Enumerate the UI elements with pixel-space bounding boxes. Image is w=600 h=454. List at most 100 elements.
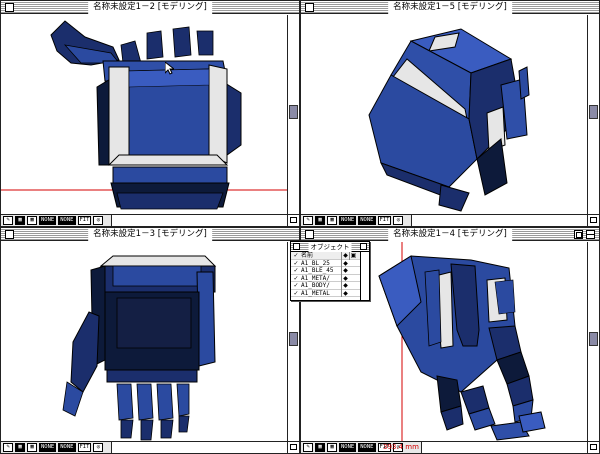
model-canvas[interactable] xyxy=(301,15,587,214)
object-name: A1_BL_25 xyxy=(301,259,330,267)
object-list-item[interactable]: ✓ A1_BODY/ ◆ xyxy=(291,282,369,290)
grid-tool-icon[interactable]: ▦ xyxy=(15,443,25,452)
scroll-thumb[interactable] xyxy=(589,332,598,346)
grid-toggle-icon[interactable]: ▦ xyxy=(327,216,337,225)
object-list-item[interactable]: ✓ A1_METAL ◆ xyxy=(291,289,369,298)
zoom-box-icon[interactable] xyxy=(574,230,583,239)
close-box-icon[interactable] xyxy=(305,230,314,239)
resize-box-icon[interactable] xyxy=(287,215,299,226)
lock-toggle-icon[interactable]: ◆ xyxy=(341,267,349,275)
window-titlebar[interactable]: 名称未設定1－4 [モデリング] xyxy=(301,228,599,241)
grid-tool-icon[interactable]: ▦ xyxy=(315,443,325,452)
hand-model-perspective-view xyxy=(368,28,530,212)
name-column-header: 名前 xyxy=(301,252,314,259)
pen-tool-icon[interactable]: ✎ xyxy=(303,216,313,225)
scroll-thumb[interactable] xyxy=(289,332,298,346)
pen-tool-icon[interactable]: ✎ xyxy=(303,443,313,452)
shading-none-button[interactable]: NONE xyxy=(39,443,57,452)
texture-none-button[interactable]: NONE xyxy=(58,443,76,452)
palette-scrollbar[interactable] xyxy=(360,252,369,300)
grid-tool-icon[interactable]: ▦ xyxy=(315,216,325,225)
fit-button[interactable]: FIT xyxy=(77,443,92,452)
close-box-icon[interactable] xyxy=(305,3,314,12)
visibility-check-icon[interactable]: ✓ xyxy=(292,260,300,268)
close-box-icon[interactable] xyxy=(5,3,14,12)
object-list-item[interactable]: ✓ A1_BLE_45 ◆ xyxy=(291,267,369,275)
pen-tool-icon[interactable]: ✎ xyxy=(3,443,13,452)
object-list-item[interactable]: ✓ A1_BL_25 ◆ xyxy=(291,259,369,268)
shading-none-button[interactable]: NONE xyxy=(339,216,357,225)
view-toolbar: ✎ ▦ ▦ NONE NONE FIT ◎ xyxy=(301,214,599,226)
arrow-cursor-icon xyxy=(165,62,174,75)
grid-tool-icon[interactable]: ▦ xyxy=(15,216,25,225)
window-title: 名称未設定1－4 [モデリング] xyxy=(388,228,512,241)
camera-icon[interactable]: ◎ xyxy=(93,443,104,452)
lock-toggle-icon[interactable]: ◆ xyxy=(341,274,349,282)
grid-toggle-icon[interactable]: ▦ xyxy=(27,443,37,452)
window-titlebar[interactable]: 名称未設定1－5 [モデリング] xyxy=(301,1,599,14)
scale-readout: 393.4 mm xyxy=(383,443,419,451)
lock-toggle-icon[interactable]: ◆ xyxy=(341,282,349,290)
view-toolbar: ✎ ▦ ▦ NONE NONE FIT ◎ xyxy=(1,441,299,453)
window-title: 名称未設定1－5 [モデリング] xyxy=(388,1,512,14)
render-column-icon: ▣ xyxy=(349,252,357,260)
visibility-check-icon[interactable]: ✓ xyxy=(292,290,300,298)
visibility-check-icon[interactable]: ✓ xyxy=(292,267,300,275)
model-canvas[interactable] xyxy=(1,242,287,441)
grid-toggle-icon[interactable]: ▦ xyxy=(327,443,337,452)
hand-model-front-view xyxy=(62,255,217,441)
collapse-box-icon[interactable] xyxy=(586,230,595,239)
shading-none-button[interactable]: NONE xyxy=(339,443,357,452)
grid-toggle-icon[interactable]: ▦ xyxy=(27,216,37,225)
window-title: 名称未設定1－3 [モデリング] xyxy=(88,228,212,241)
horizontal-scrollbar[interactable] xyxy=(421,442,587,453)
palette-header-row: ✓ 名前 ◆ ▣ xyxy=(291,252,369,260)
model-canvas[interactable] xyxy=(1,15,289,214)
object-list-item[interactable]: ✓ A1_META/ ◆ xyxy=(291,274,369,283)
pen-tool-icon[interactable]: ✎ xyxy=(3,216,13,225)
camera-icon[interactable]: ◎ xyxy=(393,216,404,225)
texture-none-button[interactable]: NONE xyxy=(358,443,376,452)
scroll-thumb[interactable] xyxy=(589,105,598,119)
shading-none-button[interactable]: NONE xyxy=(39,216,57,225)
palette-close-icon[interactable] xyxy=(293,243,300,250)
hand-model-top-view xyxy=(1,20,289,210)
horizontal-scrollbar[interactable] xyxy=(411,215,587,226)
horizontal-scrollbar[interactable] xyxy=(111,215,287,226)
scroll-thumb[interactable] xyxy=(289,105,298,119)
vertical-scrollbar[interactable] xyxy=(587,242,599,441)
window-title: 名称未設定1－2 [モデリング] xyxy=(88,1,212,14)
window-titlebar[interactable]: 名称未設定1－2 [モデリング] xyxy=(1,1,299,14)
viewport-window-top[interactable]: 名称未設定1－2 [モデリング] ✎ ▦ ▦ NONE NONE FIT ◎ xyxy=(0,0,300,227)
camera-icon[interactable]: ◎ xyxy=(93,216,104,225)
window-titlebar[interactable]: 名称未設定1－3 [モデリング] xyxy=(1,228,299,241)
object-name: A1_BLE_45 xyxy=(301,267,334,274)
vertical-scrollbar[interactable] xyxy=(587,15,599,214)
palette-titlebar[interactable]: オブジェクト xyxy=(291,242,369,252)
vertical-scrollbar[interactable] xyxy=(287,15,299,214)
visibility-check-icon[interactable]: ✓ xyxy=(292,282,300,290)
viewport-window-front[interactable]: 名称未設定1－3 [モデリング] ✎ ▦ ▦ NONE NONE FIT ◎ xyxy=(0,227,300,454)
lock-toggle-icon[interactable]: ◆ xyxy=(341,259,349,267)
horizontal-scrollbar[interactable] xyxy=(111,442,287,453)
texture-none-button[interactable]: NONE xyxy=(58,216,76,225)
close-box-icon[interactable] xyxy=(5,230,14,239)
lock-toggle-icon[interactable]: ◆ xyxy=(341,289,349,297)
visibility-check-icon[interactable]: ✓ xyxy=(292,275,300,283)
lock-column-icon: ◆ xyxy=(341,252,349,260)
palette-title: オブジェクト xyxy=(308,242,352,252)
palette-collapse-icon[interactable] xyxy=(360,243,367,250)
visible-column-icon: ✓ xyxy=(293,252,299,259)
object-name: A1_BODY/ xyxy=(301,282,330,289)
viewport-window-perspective[interactable]: 名称未設定1－5 [モデリング] ✎ ▦ ▦ NONE NONE FIT ◎ xyxy=(300,0,600,227)
texture-none-button[interactable]: NONE xyxy=(358,216,376,225)
resize-box-icon[interactable] xyxy=(587,442,599,453)
fit-button[interactable]: FIT xyxy=(77,216,92,225)
object-palette[interactable]: オブジェクト ✓ 名前 ◆ ▣ ✓ A1_BL_25 ◆ ✓ A1_BLE_45… xyxy=(290,241,370,301)
view-toolbar: ✎ ▦ ▦ NONE NONE FIT ◎ xyxy=(1,214,299,226)
object-name: A1_METAL xyxy=(301,289,330,297)
fit-button[interactable]: FIT xyxy=(377,216,392,225)
resize-box-icon[interactable] xyxy=(587,215,599,226)
resize-box-icon[interactable] xyxy=(287,442,299,453)
view-toolbar: ✎ ▦ ▦ NONE NONE FIT ◎ 393.4 mm xyxy=(301,441,599,453)
